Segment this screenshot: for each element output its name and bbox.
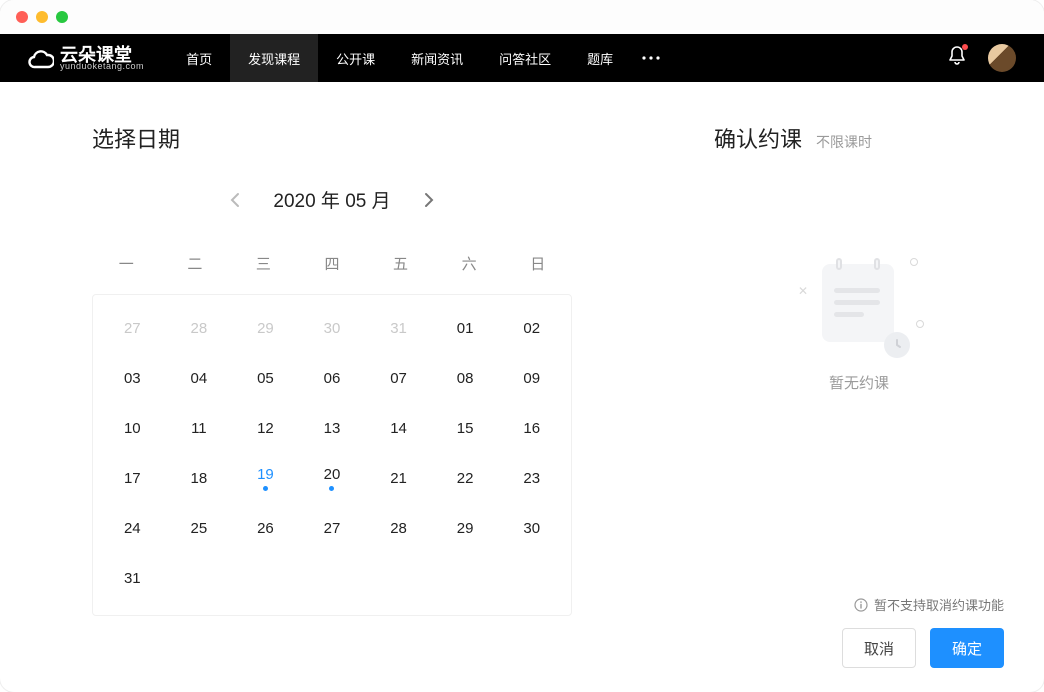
calendar-day[interactable]: 29 [232,303,299,353]
weekday-label: 六 [435,241,504,294]
calendar-day[interactable]: 14 [365,403,432,453]
calendar-day[interactable]: 27 [299,503,366,553]
traffic-zoom-icon[interactable] [56,11,68,23]
date-panel-title: 选择日期 [92,122,636,154]
booking-panel: 确认约课 不限课时 ✕ [684,82,1044,692]
booking-title: 确认约课 [714,122,802,154]
calendar-day[interactable]: 05 [232,353,299,403]
nav-item[interactable]: 问答社区 [481,34,569,82]
calendar-day[interactable]: 12 [232,403,299,453]
calendar-day[interactable]: 21 [365,453,432,503]
calendar-day[interactable]: 27 [99,303,166,353]
calendar-weekdays: 一二三四五六日 [92,241,572,294]
calendar-day[interactable]: 28 [166,303,233,353]
weekday-label: 四 [298,241,367,294]
nav: 首页发现课程公开课新闻资讯问答社区题库 [168,34,631,82]
calendar-day[interactable]: 09 [498,353,565,403]
more-icon [642,56,660,60]
calendar-day[interactable]: 04 [166,353,233,403]
calendar-day[interactable]: 30 [498,503,565,553]
traffic-minimize-icon[interactable] [36,11,48,23]
chevron-right-icon [424,192,434,208]
calendar-day[interactable]: 03 [99,353,166,403]
event-dot [329,486,334,491]
calendar-day[interactable]: 11 [166,403,233,453]
calendar-day[interactable]: 28 [365,503,432,553]
calendar-day[interactable]: 26 [232,503,299,553]
calendar-day[interactable]: 23 [498,453,565,503]
note-text: 暂不支持取消约课功能 [874,595,1004,614]
nav-more-button[interactable] [631,34,671,82]
logo-subtext: yunduoketang.com [60,62,144,71]
notification-dot [962,44,968,50]
calendar-day[interactable]: 15 [432,403,499,453]
cancel-note: 暂不支持取消约课功能 [714,595,1004,614]
calendar-day[interactable]: 25 [166,503,233,553]
weekday-label: 日 [503,241,572,294]
calendar-day[interactable]: 06 [299,353,366,403]
booking-subtitle: 不限课时 [816,132,872,152]
app-window: 云朵课堂 yunduoketang.com 首页发现课程公开课新闻资讯问答社区题… [0,0,1044,692]
date-panel: 选择日期 2020 年 05 月 一二三四五六日 272829303101020… [0,82,684,692]
nav-item[interactable]: 首页 [168,34,230,82]
calendar-grid: 2728293031010203040506070809101112131415… [99,303,565,603]
cancel-button[interactable]: 取消 [842,628,916,668]
calendar-day[interactable]: 24 [99,503,166,553]
traffic-close-icon[interactable] [16,11,28,23]
weekday-label: 二 [161,241,230,294]
nav-item[interactable]: 新闻资讯 [393,34,481,82]
cloud-icon [28,47,54,69]
month-nav: 2020 年 05 月 [92,186,572,213]
calendar-day[interactable]: 07 [365,353,432,403]
calendar-day[interactable]: 22 [432,453,499,503]
calendar-day[interactable]: 18 [166,453,233,503]
calendar-day[interactable]: 20 [299,453,366,503]
calendar-day[interactable]: 17 [99,453,166,503]
month-label: 2020 年 05 月 [273,186,390,213]
titlebar [0,0,1044,34]
chevron-left-icon [230,192,240,208]
calendar-day[interactable]: 16 [498,403,565,453]
calendar-day[interactable]: 31 [99,553,166,603]
topbar: 云朵课堂 yunduoketang.com 首页发现课程公开课新闻资讯问答社区题… [0,34,1044,82]
next-month-button[interactable] [419,190,439,210]
calendar-day[interactable]: 02 [498,303,565,353]
calendar-day[interactable]: 19 [232,453,299,503]
nav-item[interactable]: 题库 [569,34,631,82]
weekday-label: 一 [92,241,161,294]
calendar-day[interactable]: 08 [432,353,499,403]
nav-item[interactable]: 公开课 [318,34,393,82]
calendar-day[interactable]: 13 [299,403,366,453]
calendar-day[interactable]: 01 [432,303,499,353]
logo[interactable]: 云朵课堂 yunduoketang.com [28,46,144,71]
weekday-label: 五 [366,241,435,294]
confirm-button[interactable]: 确定 [930,628,1004,668]
calendar-day[interactable]: 29 [432,503,499,553]
empty-calendar-icon: ✕ [794,254,924,354]
event-dot [263,486,268,491]
avatar[interactable] [988,44,1016,72]
notifications-button[interactable] [948,46,966,71]
calendar-day[interactable]: 10 [99,403,166,453]
calendar-day[interactable]: 30 [299,303,366,353]
weekday-label: 三 [229,241,298,294]
empty-text: 暂无约课 [829,372,889,393]
empty-state: ✕ 暂无约课 [714,194,1004,595]
nav-item[interactable]: 发现课程 [230,34,318,82]
prev-month-button[interactable] [225,190,245,210]
calendar-day[interactable]: 31 [365,303,432,353]
info-icon [854,598,868,612]
